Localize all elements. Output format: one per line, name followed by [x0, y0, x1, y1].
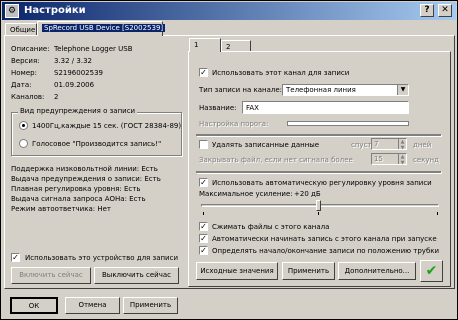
delete-data-label[interactable]: Удалять записанные данные: [212, 141, 319, 149]
warning-option2-radio[interactable]: [19, 139, 28, 148]
detect-checkbox[interactable]: ✓: [199, 246, 208, 255]
autostart-label[interactable]: Автоматически начинать запись с этого ка…: [212, 235, 437, 243]
channels-value: 2: [54, 93, 59, 101]
defaults-button[interactable]: Исходные значения: [196, 262, 278, 280]
compress-label[interactable]: Сжимать файлы с этого канала: [212, 223, 329, 231]
channels-label: Каналов:: [11, 93, 45, 101]
feature-line: Плавная регулировка уровня: Есть: [11, 185, 141, 193]
use-device-label[interactable]: Использовать это устройство для записи: [25, 254, 178, 262]
use-channel-checkbox[interactable]: ✓: [199, 68, 208, 77]
settings-window: ⚙ Настройки ? ✕ Общие SpRecord USB Devic…: [0, 0, 458, 320]
warning-option2-label[interactable]: Голосовое "Производится запись!": [32, 140, 161, 148]
line-type-select[interactable]: Телефонная линия ▼: [282, 84, 409, 96]
threshold-label: Настройка порога:: [199, 120, 269, 128]
days-unit: дней: [413, 141, 432, 149]
window-title: Настройки: [24, 5, 86, 16]
version-label: Версия:: [11, 57, 40, 65]
app-icon: ⚙: [5, 4, 19, 18]
max-gain-label: Максимальное усиление:: [199, 190, 293, 198]
warning-legend: Вид предупреждения о записи: [18, 107, 138, 115]
seconds-value: 15: [374, 155, 383, 163]
close-button[interactable]: ✕: [438, 4, 452, 17]
version-value: 3.32 / 3.32: [54, 57, 92, 65]
feature-line: Поддержка низковольтной линии: Есть: [11, 165, 158, 173]
serial-value: S2196002539: [54, 69, 103, 77]
name-value: FAX: [246, 104, 259, 112]
cancel-button[interactable]: Отмена: [65, 297, 120, 314]
ok-button[interactable]: ОК: [10, 297, 58, 314]
days-value: 7: [374, 140, 379, 148]
threshold-meter: [287, 121, 409, 126]
detect-label[interactable]: Определять начало/окончание записи по по…: [212, 247, 439, 255]
separator: [196, 171, 441, 173]
name-input[interactable]: FAX: [242, 101, 409, 114]
slider-tick: [318, 212, 319, 215]
desc-label: Описание:: [11, 45, 50, 53]
date-label: Дата:: [11, 81, 32, 89]
slider-tick: [203, 212, 204, 215]
separator: [196, 134, 441, 136]
advanced-button[interactable]: Дополнительно...: [338, 262, 416, 280]
enable-now-button[interactable]: Включить сейчас: [11, 267, 91, 284]
warning-option1-radio[interactable]: [19, 121, 28, 130]
serial-label: Номер:: [11, 69, 37, 77]
auto-level-label[interactable]: Использовать автоматическую регулировку …: [212, 179, 432, 187]
seconds-spinner[interactable]: 15 ▲ ▼: [371, 153, 407, 166]
slider-tick: [437, 212, 438, 215]
channel-tab-1[interactable]: 1: [189, 38, 221, 52]
close-file-label: Закрывать файл, если нет сигнала более: [199, 156, 353, 164]
tab-device[interactable]: SpRecord USB Device [S2002539]: [37, 21, 166, 36]
apply-channel-button[interactable]: Применить: [282, 262, 335, 280]
title-bar[interactable]: ⚙ Настройки ? ✕: [2, 2, 456, 20]
feature-line: Выдача предупреждения о записи: Есть: [11, 175, 161, 183]
spin-arrows-icon[interactable]: ▲ ▼: [398, 154, 406, 166]
warning-group: [11, 112, 182, 156]
name-label: Название:: [199, 104, 237, 112]
warning-option1-label[interactable]: 1400Гц,каждые 15 сек. (ГОСТ 28384-89): [32, 122, 181, 130]
tab-device-label: SpRecord USB Device [S2002539]: [42, 24, 166, 32]
apply-button[interactable]: Применить: [123, 297, 178, 314]
compress-checkbox[interactable]: ✓: [199, 222, 208, 231]
max-gain-value: +20 дБ: [294, 190, 321, 198]
line-type-label: Тип записи на канале:: [199, 86, 283, 94]
feature-line: Режим автоответчика: Нет: [11, 205, 111, 213]
gain-slider-thumb[interactable]: [316, 200, 321, 211]
disable-now-button[interactable]: Выключить сейчас: [94, 267, 179, 284]
days-spinner[interactable]: 7 ▲ ▼: [371, 138, 407, 151]
help-button[interactable]: ?: [420, 4, 434, 17]
auto-level-checkbox[interactable]: ✓: [199, 178, 208, 187]
use-device-checkbox[interactable]: ✓: [11, 253, 20, 262]
feature-line: Выдача сигнала запроса АОНа: Есть: [11, 195, 146, 203]
confirm-check-icon[interactable]: ✔: [420, 260, 443, 282]
delete-data-checkbox[interactable]: [199, 140, 208, 149]
autostart-checkbox[interactable]: ✓: [199, 234, 208, 243]
desc-value: Telephone Logger USB: [54, 45, 133, 53]
seconds-unit: секунд: [413, 156, 439, 164]
use-channel-label[interactable]: Использовать этот канал для записи: [212, 69, 349, 77]
chevron-down-icon[interactable]: ▼: [397, 85, 408, 95]
line-type-value: Телефонная линия: [286, 86, 356, 94]
spin-arrows-icon[interactable]: ▲ ▼: [398, 139, 406, 151]
date-value: 01.09.2006: [54, 81, 95, 89]
